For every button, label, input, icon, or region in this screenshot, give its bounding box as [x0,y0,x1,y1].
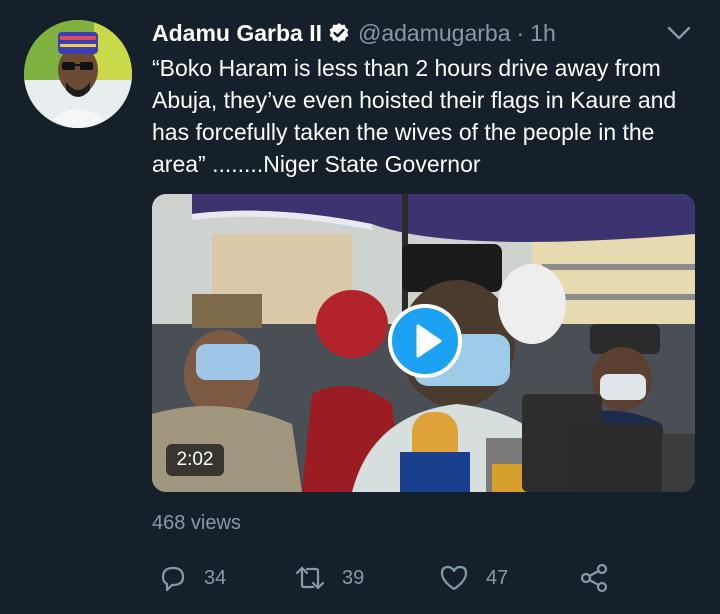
play-button[interactable] [388,304,462,378]
reply-button[interactable]: 34 [158,560,226,596]
heart-icon [440,565,468,591]
author-name[interactable]: Adamu Garba II [152,20,322,47]
view-count: 468 views [152,512,241,534]
share-icon [580,563,608,593]
chevron-down-icon [667,26,691,40]
author-handle[interactable]: @adamugarba [358,20,511,47]
reply-icon [161,566,185,592]
like-button[interactable]: 47 [438,560,508,596]
like-count: 47 [486,566,509,589]
reply-count: 34 [204,566,227,589]
retweet-count: 39 [342,566,365,589]
video-duration-badge: 2:02 [166,444,224,476]
avatar[interactable] [24,20,132,128]
share-button[interactable] [578,560,626,596]
retweet-button[interactable]: 39 [294,560,364,596]
retweet-icon [295,566,325,590]
verified-badge-icon [328,22,350,44]
play-icon [416,324,442,358]
more-options-button[interactable] [664,20,694,46]
header-separator: · [516,19,525,46]
tweet-actions: 34 39 47 [152,560,622,596]
tweet-text: “Boko Haram is less than 2 hours drive a… [152,55,677,177]
tweet-header: Adamu Garba II @adamugarba · 1h [152,18,556,48]
timestamp[interactable]: 1h [530,20,556,47]
